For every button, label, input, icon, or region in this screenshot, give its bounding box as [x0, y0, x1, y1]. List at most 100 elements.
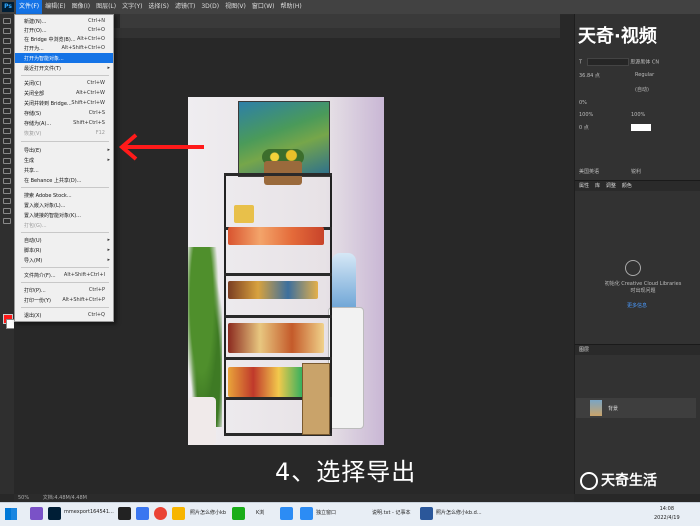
path-select-tool-icon[interactable] [3, 188, 11, 194]
dodge-tool-icon[interactable] [3, 158, 11, 164]
tab-adjustments[interactable]: 调整 [606, 183, 616, 189]
taskbar-item[interactable]: mmexport164541... [64, 509, 114, 515]
menu-item-import[interactable]: 导入(M) ▸ [15, 255, 113, 265]
menu-layer[interactable]: 图层(L) [93, 0, 119, 14]
menu-item-scripts[interactable]: 脚本(R) ▸ [15, 245, 113, 255]
app-icon[interactable] [30, 507, 43, 520]
word-icon[interactable] [420, 507, 433, 520]
document-photo[interactable] [188, 97, 384, 445]
healing-brush-tool-icon[interactable] [3, 88, 11, 94]
app-icon[interactable] [280, 507, 293, 520]
menu-item-file-info[interactable]: 文件简介(F)... Alt+Shift+Ctrl+I [15, 270, 113, 280]
app-icon[interactable] [118, 507, 131, 520]
menu-item-share-behance[interactable]: 在 Behance 上共享(D)... [15, 175, 113, 185]
menu-item-close-all[interactable]: 关闭全部 Alt+Ctrl+W [15, 88, 113, 98]
taskbar-item[interactable]: 说明.txt - 记事本 [372, 509, 410, 516]
lasso-tool-icon[interactable] [3, 38, 11, 44]
taskbar-item[interactable]: 独立窗口 [316, 509, 336, 516]
menu-item-open-smart-object[interactable]: 打开为智能对象... [15, 53, 113, 63]
menu-type[interactable]: 文字(Y) [119, 0, 145, 14]
menu-file[interactable]: 文件(F) [16, 0, 43, 14]
leading-field[interactable]: (自动) [635, 86, 649, 93]
menu-3d[interactable]: 3D(D) [198, 0, 222, 14]
menu-item-generate[interactable]: 生成 ▸ [15, 155, 113, 165]
folder-icon[interactable] [172, 507, 185, 520]
menu-item-automate[interactable]: 自动(U) ▸ [15, 235, 113, 245]
menu-window[interactable]: 窗口(W) [249, 0, 278, 14]
menu-item-recent-files[interactable]: 最近打开文件(T) ▸ [15, 63, 113, 73]
menu-item-exit[interactable]: 退出(X) Ctrl+Q [15, 310, 113, 320]
snack-row [228, 281, 318, 299]
tab-color[interactable]: 颜色 [622, 183, 632, 189]
photoshop-taskbar-icon[interactable] [48, 507, 61, 520]
menu-item-package[interactable]: 打包(G)... [15, 220, 113, 230]
pen-tool-icon[interactable] [3, 168, 11, 174]
menu-item-save[interactable]: 存储(S) Ctrl+S [15, 108, 113, 118]
right-panels: T 思源黑体 CN Regular 36.84 点 (自动) 0% 100% 1… [574, 14, 700, 494]
menu-item-close[interactable]: 关闭(C) Ctrl+W [15, 78, 113, 88]
tab-layers[interactable]: 图层 [579, 347, 589, 353]
crop-tool-icon[interactable] [3, 58, 11, 64]
clock[interactable]: 14:08 2022/4/19 [654, 505, 680, 523]
language-field[interactable]: 美国英语 [579, 168, 599, 175]
cc-error-text: 初始化 Creative Cloud Libraries 时出现问题 [604, 281, 682, 294]
cc-more-info-link[interactable]: 更多信息 [627, 302, 647, 309]
app-icon[interactable] [300, 507, 313, 520]
taskbar-item[interactable]: K浏 [256, 509, 264, 516]
menu-item-export[interactable]: 导出(E) ▸ [15, 145, 113, 155]
menu-select[interactable]: 选择(S) [145, 0, 172, 14]
taskbar-item[interactable]: 照片怎么修小kb [190, 509, 226, 516]
menu-filter[interactable]: 滤镜(T) [172, 0, 198, 14]
vertical-scale-field[interactable]: 100% [579, 112, 593, 118]
menu-item-revert[interactable]: 恢复(V) F12 [15, 128, 113, 138]
horizontal-scale-field[interactable]: 100% [631, 112, 645, 118]
doc-size: 文档:4.48M/4.48M [42, 495, 87, 501]
tab-properties[interactable]: 属性 [579, 183, 589, 189]
font-style-field[interactable]: Regular [635, 72, 654, 78]
windows-start-icon[interactable] [5, 508, 17, 520]
quick-select-tool-icon[interactable] [3, 48, 11, 54]
layer-row-background[interactable]: 背景 [576, 398, 696, 418]
menu-item-print-one-copy[interactable]: 打印一份(Y) Alt+Shift+Ctrl+P [15, 295, 113, 305]
font-size-field[interactable]: 36.84 点 [579, 72, 600, 79]
blur-tool-icon[interactable] [3, 148, 11, 154]
marquee-tool-icon[interactable] [3, 28, 11, 34]
menu-edit[interactable]: 编辑(E) [42, 0, 68, 14]
menu-item-save-as[interactable]: 存储为(A)... Shift+Ctrl+S [15, 118, 113, 128]
move-tool-icon[interactable] [3, 18, 11, 24]
menu-view[interactable]: 视图(V) [222, 0, 249, 14]
baseline-field[interactable]: 0 点 [579, 124, 589, 131]
text-color-swatch[interactable] [631, 124, 651, 131]
menu-item-search-stock[interactable]: 搜索 Adobe Stock... [15, 190, 113, 200]
zoom-tool-icon[interactable] [3, 218, 11, 224]
gradient-tool-icon[interactable] [3, 138, 11, 144]
zoom-level[interactable]: 50% [18, 495, 29, 501]
stamp-tool-icon[interactable] [3, 108, 11, 114]
frame-tool-icon[interactable] [3, 68, 11, 74]
antialias-field[interactable]: 锐利 [631, 168, 641, 175]
eraser-tool-icon[interactable] [3, 128, 11, 134]
menu-item-close-go-bridge[interactable]: 关闭并转到 Bridge... Shift+Ctrl+W [15, 98, 113, 108]
eyedropper-tool-icon[interactable] [3, 78, 11, 84]
menu-item-open-as[interactable]: 打开为... Alt+Shift+Ctrl+O [15, 43, 113, 53]
menu-image[interactable]: 图像(I) [69, 0, 93, 14]
app-icon[interactable] [136, 507, 149, 520]
tab-libraries[interactable]: 库 [595, 183, 600, 189]
hand-tool-icon[interactable] [3, 208, 11, 214]
shape-tool-icon[interactable] [3, 198, 11, 204]
type-tool-icon[interactable] [3, 178, 11, 184]
options-bar [120, 14, 560, 29]
menu-item-print[interactable]: 打印(P)... Ctrl+P [15, 285, 113, 295]
history-brush-tool-icon[interactable] [3, 118, 11, 124]
wechat-icon[interactable] [232, 507, 245, 520]
plant-pot [188, 397, 216, 445]
tracking-field[interactable]: 0% [579, 100, 587, 106]
menu-help[interactable]: 帮助(H) [278, 0, 305, 14]
menu-item-place-linked[interactable]: 置入链接的智能对象(K)... [15, 210, 113, 220]
menu-item-share[interactable]: 共享... [15, 165, 113, 175]
font-family-row[interactable]: T 思源黑体 CN [579, 58, 659, 66]
menu-item-place-embedded[interactable]: 置入嵌入对象(L)... [15, 200, 113, 210]
taskbar-item[interactable]: 照片怎么修小kb.d... [436, 509, 482, 516]
chrome-icon[interactable] [154, 507, 167, 520]
brush-tool-icon[interactable] [3, 98, 11, 104]
